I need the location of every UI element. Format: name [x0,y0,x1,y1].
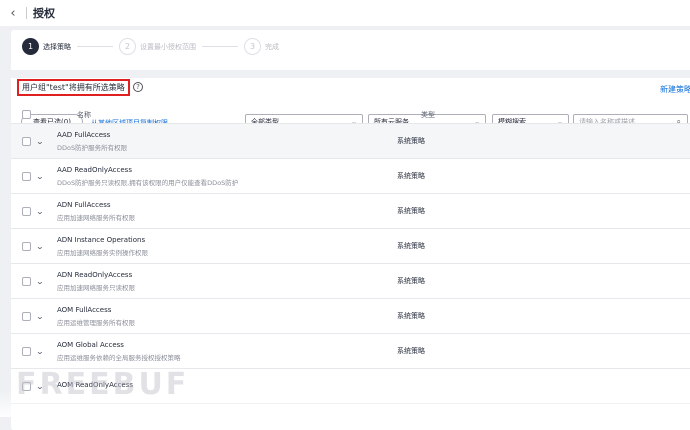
policy-table: 名称 类型 ⌄ AAD FullAccess DDoS防护服务所有权限 系统策略 ⌄ AA… [11,106,690,404]
policy-name: ADN FullAccess [57,200,111,209]
policy-name-cell: ADN Instance Operations 应用加速网络服务实例操作权限 [57,236,397,257]
policy-description: 应用运维服务依赖的全局服务授权授权策略 [57,353,181,362]
step-1-number: 1 [22,38,39,55]
top-bar: ‹ 授权 [0,0,690,26]
step-2: 2 设置最小授权范围 [119,38,196,55]
steps-bar: 1 选择策略 2 设置最小授权范围 3 完成 [22,38,279,55]
policy-type: 系统策略 [397,347,425,355]
divider [26,7,27,19]
chevron-down-icon[interactable]: ⌄ [36,312,49,321]
table-row[interactable]: ⌄ AAD ReadOnlyAccess DDoS防护服务只读权限,拥有该权限的用户… [11,159,690,194]
step-connector [202,46,238,47]
column-name-header: 名称 [77,110,91,119]
policy-name: ADN ReadOnlyAccess [57,270,133,279]
table-row[interactable]: ⌄ ADN Instance Operations 应用加速网络服务实例操作权限 系统… [11,229,690,264]
select-all-checkbox[interactable] [22,110,31,119]
step-1: 1 选择策略 [22,38,71,55]
policy-name: AAD ReadOnlyAccess [57,165,132,174]
step-3: 3 完成 [244,38,279,55]
policy-type: 系统策略 [397,312,425,320]
policy-type: 系统策略 [397,207,425,215]
policy-name: AOM Global Access [57,340,124,349]
table-row[interactable]: ⌄ ADN ReadOnlyAccess 应用加速网络服务只读权限 系统策略 [11,264,690,299]
new-policy-link[interactable]: 新建策略 [660,84,690,95]
row-checkbox[interactable] [22,171,31,181]
step-3-label: 完成 [265,42,279,51]
policy-description: 应用加速网络服务所有权限 [57,213,135,222]
step-1-label: 选择策略 [43,42,71,51]
table-row[interactable]: ⌄ ADN FullAccess 应用加速网络服务所有权限 系统策略 [11,194,690,229]
column-type-header: 类型 [421,110,435,119]
help-icon[interactable]: ? [133,82,143,92]
table-row[interactable]: ⌄ AOM Global Access 应用运维服务依赖的全局服务授权授权策略 系统策… [11,334,690,369]
policy-description: DDoS防护服务只读权限,拥有该权限的用户仅能查看DDoS防护 [57,178,239,187]
row-checkbox[interactable] [22,136,31,146]
policy-name-cell: AOM Global Access 应用运维服务依赖的全局服务授权授权策略 [57,341,397,362]
chevron-down-icon[interactable]: ⌄ [36,137,49,146]
chevron-down-icon[interactable]: ⌄ [36,242,49,251]
policy-name-cell: AAD FullAccess DDoS防护服务所有权限 [57,131,397,152]
chevron-down-icon[interactable]: ⌄ [36,172,49,181]
policy-name-cell: ADN ReadOnlyAccess 应用加速网络服务只读权限 [57,271,397,292]
step-3-number: 3 [244,38,261,55]
policy-name-cell: AAD ReadOnlyAccess DDoS防护服务只读权限,拥有该权限的用户仅… [57,166,397,187]
policy-description: 应用运维管理服务所有权限 [57,318,135,327]
policy-description: 应用加速网络服务实例操作权限 [57,248,148,257]
step-2-label: 设置最小授权范围 [140,42,196,51]
page-title: 授权 [33,7,55,20]
chevron-down-icon[interactable]: ⌄ [36,347,49,356]
step-connector [77,46,113,47]
row-checkbox[interactable] [22,311,31,321]
policy-type: 系统策略 [397,242,425,250]
table-header: 名称 类型 [11,106,690,124]
row-checkbox[interactable] [22,276,31,286]
step-2-number: 2 [119,38,136,55]
watermark: FREEBUF [16,367,190,402]
policy-name: AAD FullAccess [57,130,111,139]
row-checkbox[interactable] [22,346,31,356]
table-row[interactable]: ⌄ AOM FullAccess 应用运维管理服务所有权限 系统策略 [11,299,690,334]
section-divider [11,70,690,78]
policy-name: ADN Instance Operations [57,235,146,244]
row-checkbox[interactable] [22,206,31,216]
policy-type: 系统策略 [397,172,425,180]
chevron-left-icon[interactable]: ‹ [0,6,26,21]
row-checkbox[interactable] [22,241,31,251]
chevron-down-icon[interactable]: ⌄ [36,207,49,216]
policy-description: DDoS防护服务所有权限 [57,143,128,152]
policy-name-cell: ADN FullAccess 应用加速网络服务所有权限 [57,201,397,222]
notice-text: 用户组"test"将拥有所选策略 [17,79,130,96]
chevron-down-icon[interactable]: ⌄ [36,277,49,286]
policy-type: 系统策略 [397,277,425,285]
policy-name-cell: AOM FullAccess 应用运维管理服务所有权限 [57,306,397,327]
policy-description: 应用加速网络服务只读权限 [57,283,135,292]
table-row[interactable]: ⌄ AAD FullAccess DDoS防护服务所有权限 系统策略 [11,124,690,159]
policy-name: AOM FullAccess [57,305,112,314]
policy-type: 系统策略 [397,137,425,145]
